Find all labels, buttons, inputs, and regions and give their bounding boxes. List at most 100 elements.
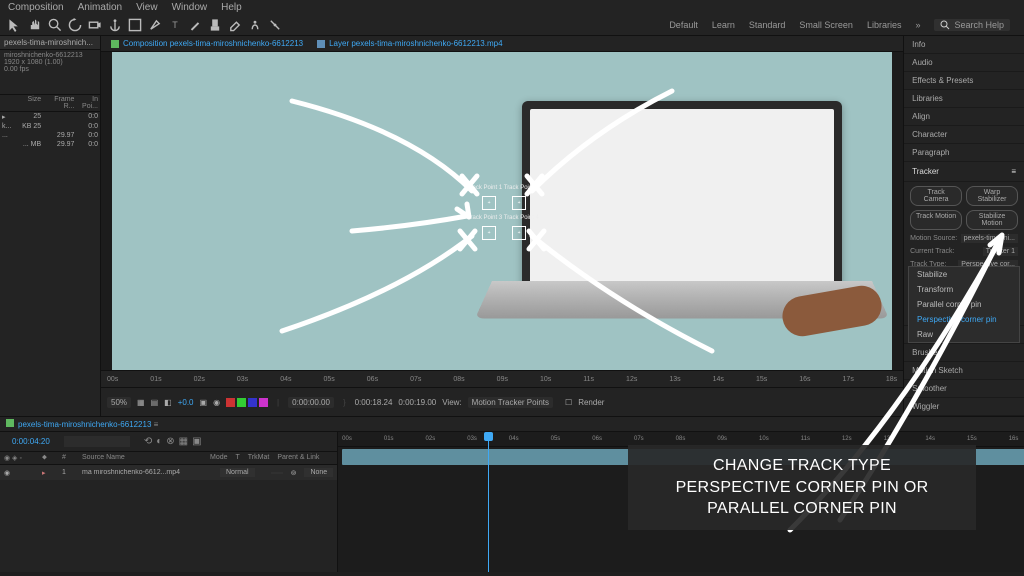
project-tab[interactable]: pexels-tima-miroshnich... bbox=[0, 36, 100, 50]
track-point-2[interactable]: + bbox=[512, 196, 526, 210]
track-point-label: Track Point 3 Track Point 4 bbox=[467, 215, 539, 221]
menu-window[interactable]: Window bbox=[172, 2, 208, 13]
menu-composition[interactable]: Composition bbox=[8, 2, 64, 13]
puppet-tool-icon[interactable] bbox=[268, 18, 282, 32]
clone-tool-icon[interactable] bbox=[208, 18, 222, 32]
tracker-panel: Track Camera Warp Stabilizer Track Motio… bbox=[904, 182, 1024, 273]
timeline-columns: ◉ ◈ ◦ ⬥ # Source Name Mode T TrkMat Pare… bbox=[0, 451, 337, 465]
motion-source-dropdown[interactable]: pexels-tima-mi... bbox=[961, 234, 1018, 243]
ws-default[interactable]: Default bbox=[669, 20, 698, 30]
panel-motion-sketch[interactable]: Motion Sketch bbox=[904, 362, 1024, 380]
track-camera-button[interactable]: Track Camera bbox=[910, 186, 962, 206]
timeline-timecode[interactable]: 0:00:04:20 bbox=[6, 435, 56, 448]
zoom-dropdown[interactable]: 50% bbox=[107, 397, 131, 408]
ws-small[interactable]: Small Screen bbox=[799, 20, 853, 30]
project-row[interactable]: ... MB29.970:0 bbox=[0, 140, 100, 149]
mask-icon[interactable]: ◧ bbox=[164, 398, 172, 407]
search-help-input[interactable]: Search Help bbox=[934, 19, 1010, 31]
panel-effects[interactable]: Effects & Presets bbox=[904, 72, 1024, 90]
main-menu: Composition Animation View Window Help bbox=[0, 0, 1024, 15]
project-columns: Size Frame R... In Poi... bbox=[0, 94, 100, 112]
panel-character[interactable]: Character bbox=[904, 126, 1024, 144]
ws-overflow-icon[interactable]: » bbox=[915, 20, 920, 30]
blend-mode-dropdown[interactable]: Normal bbox=[220, 468, 255, 477]
menu-view[interactable]: View bbox=[136, 2, 158, 13]
frame-blend-icon[interactable]: ◐ bbox=[156, 436, 162, 447]
pen-tool-icon[interactable] bbox=[148, 18, 162, 32]
warp-stabilizer-button[interactable]: Warp Stabilizer bbox=[966, 186, 1018, 206]
channel-icon[interactable]: ◉ bbox=[213, 398, 220, 407]
track-point-1[interactable]: + bbox=[482, 196, 496, 210]
project-item-info: miroshnichenko-6612213 1920 x 1080 (1.00… bbox=[0, 50, 100, 94]
exposure-value[interactable]: +0.0 bbox=[178, 398, 194, 407]
stabilize-motion-button[interactable]: Stabilize Motion bbox=[966, 210, 1018, 230]
panel-smoother[interactable]: Smoother bbox=[904, 380, 1024, 398]
roto-tool-icon[interactable] bbox=[248, 18, 262, 32]
annotation-callout: CHANGE TRACK TYPE PERSPECTIVE CORNER PIN… bbox=[628, 445, 976, 530]
layer-tab[interactable]: Layer pexels-tima-miroshnichenko-6612213… bbox=[313, 38, 506, 49]
panel-wiggler[interactable]: Wiggler bbox=[904, 398, 1024, 416]
draft-3d-icon[interactable]: ▣ bbox=[192, 436, 201, 447]
resolution-icon[interactable]: ▦ bbox=[137, 398, 145, 407]
timecode-current[interactable]: 0:00:00.00 bbox=[288, 397, 334, 408]
track-type-option-raw[interactable]: Raw bbox=[909, 327, 1019, 342]
menu-help[interactable]: Help bbox=[221, 2, 242, 13]
viewer-footer: 50% ▦ ▤ ◧ +0.0 ▣ ◉ | 0:00:00.00 } 0:00:1… bbox=[101, 387, 903, 416]
track-type-option-parallel[interactable]: Parallel corner pin bbox=[909, 297, 1019, 312]
snapshot-icon[interactable]: ▣ bbox=[200, 398, 208, 407]
camera-tool-icon[interactable] bbox=[88, 18, 102, 32]
shy-icon[interactable]: ⟲ bbox=[144, 436, 152, 447]
toolbar: T Default Learn Standard Small Screen Li… bbox=[0, 15, 1024, 36]
composition-viewer[interactable]: Track Point 1 Track Point 2 + + Track Po… bbox=[101, 52, 903, 370]
channel-buttons[interactable] bbox=[226, 398, 268, 407]
brush-tool-icon[interactable] bbox=[188, 18, 202, 32]
current-track-dropdown[interactable]: Tracker 1 bbox=[983, 247, 1018, 256]
track-point-3[interactable]: + bbox=[482, 226, 496, 240]
parent-dropdown[interactable]: None bbox=[304, 468, 333, 477]
rotate-tool-icon[interactable] bbox=[68, 18, 82, 32]
track-motion-button[interactable]: Track Motion bbox=[910, 210, 962, 230]
panel-libraries[interactable]: Libraries bbox=[904, 90, 1024, 108]
playhead[interactable] bbox=[488, 432, 489, 572]
viewer-time-ruler[interactable]: 00s01s02s03s04s05s06s07s08s09s10s11s12s1… bbox=[101, 370, 903, 387]
ws-standard[interactable]: Standard bbox=[749, 20, 786, 30]
panel-paragraph[interactable]: Paragraph bbox=[904, 144, 1024, 162]
panel-align[interactable]: Align bbox=[904, 108, 1024, 126]
timeline-tab[interactable]: pexels-tima-miroshnichenko-6612213 ≡ bbox=[0, 417, 1024, 432]
graph-editor-icon[interactable]: ▦ bbox=[179, 436, 188, 447]
zoom-tool-icon[interactable] bbox=[48, 18, 62, 32]
project-row[interactable]: ▸250:0 bbox=[0, 112, 100, 122]
text-tool-icon[interactable]: T bbox=[168, 18, 182, 32]
anchor-tool-icon[interactable] bbox=[108, 18, 122, 32]
ws-learn[interactable]: Learn bbox=[712, 20, 735, 30]
right-panel-stack: Info Audio Effects & Presets Libraries A… bbox=[903, 36, 1024, 416]
track-type-option-stabilize[interactable]: Stabilize bbox=[909, 267, 1019, 282]
composition-tab[interactable]: Composition pexels-tima-miroshnichenko-6… bbox=[107, 38, 307, 49]
track-type-option-perspective[interactable]: Perspective corner pin bbox=[909, 312, 1019, 327]
view-dropdown[interactable]: Motion Tracker Points bbox=[468, 397, 553, 408]
timecode-dur: 0:00:19.00 bbox=[398, 398, 436, 407]
project-row[interactable]: ...29.970:0 bbox=[0, 131, 100, 140]
menu-animation[interactable]: Animation bbox=[78, 2, 122, 13]
timeline-layer-row[interactable]: ◉ ▸ 1 ma miroshnichenko-6612...mp4 Norma… bbox=[0, 465, 337, 480]
selection-tool-icon[interactable] bbox=[8, 18, 22, 32]
panel-tracker-header[interactable]: Tracker≡ bbox=[904, 162, 1024, 182]
track-point-4[interactable]: + bbox=[512, 226, 526, 240]
ws-libraries[interactable]: Libraries bbox=[867, 20, 902, 30]
trkmat-dropdown[interactable] bbox=[271, 472, 283, 474]
shape-tool-icon[interactable] bbox=[128, 18, 142, 32]
track-type-option-transform[interactable]: Transform bbox=[909, 282, 1019, 297]
panel-brushes[interactable]: Brushes bbox=[904, 344, 1024, 362]
track-point-label: Track Point 1 Track Point 2 bbox=[467, 185, 539, 191]
panel-info[interactable]: Info bbox=[904, 36, 1024, 54]
project-row[interactable]: k...KB 250:0 bbox=[0, 122, 100, 131]
motion-blur-icon[interactable]: ⊗ bbox=[166, 436, 174, 447]
render-checkbox[interactable]: Render bbox=[578, 398, 604, 407]
eraser-tool-icon[interactable] bbox=[228, 18, 242, 32]
viewer-panel: Composition pexels-tima-miroshnichenko-6… bbox=[101, 36, 903, 416]
hand-tool-icon[interactable] bbox=[28, 18, 42, 32]
transparency-icon[interactable]: ▤ bbox=[151, 398, 159, 407]
timeline-search[interactable] bbox=[64, 436, 130, 447]
footage-laptop bbox=[492, 101, 872, 361]
panel-audio[interactable]: Audio bbox=[904, 54, 1024, 72]
